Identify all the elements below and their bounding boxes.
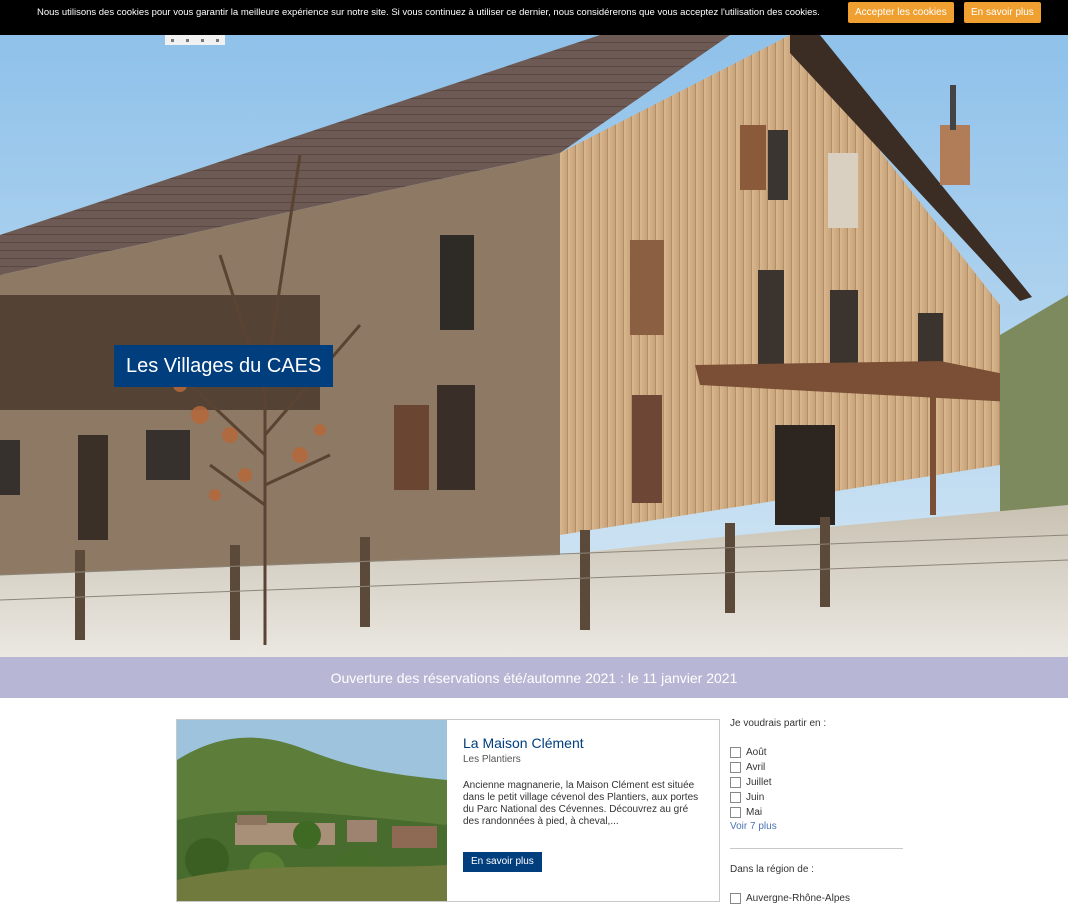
period-option[interactable]: Août [730,745,904,760]
card-title[interactable]: La Maison Clément [463,734,713,752]
accommodation-card[interactable]: La Maison Clément Les Plantiers Ancienne… [176,719,720,902]
cookie-message: Nous utilisons des cookies pour vous gar… [37,7,820,18]
filter-divider [730,848,903,849]
hero-title: Les Villages du CAES [114,345,334,387]
period-filter-title: Je voudrais partir en : [730,718,827,729]
period-option[interactable]: Juillet [730,775,904,790]
checkbox[interactable] [730,777,741,788]
card-description: Ancienne magnanerie, la Maison Clément e… [463,780,699,827]
cookie-banner: Nous utilisons des cookies pour vous gar… [0,0,1068,35]
checkbox[interactable] [730,762,741,773]
filters-panel: Je voudrais partir en : Août Avril Juill… [730,717,904,906]
announcement-bar: Ouverture des réservations été/automne 2… [0,657,1068,698]
region-option[interactable]: Auvergne-Rhône-Alpes [730,891,904,906]
card-more-button[interactable]: En savoir plus [463,852,542,872]
card-location: Les Plantiers [463,754,521,765]
checkbox[interactable] [730,893,741,904]
checkbox[interactable] [730,792,741,803]
cookie-more-info-button[interactable]: En savoir plus [964,2,1041,23]
period-option[interactable]: Juin [730,790,904,805]
region-filter-title: Dans la région de : [730,864,814,875]
hero-banner: Les Villages du CAES [0,35,1068,657]
site-logo[interactable] [165,35,225,45]
checkbox[interactable] [730,747,741,758]
accept-cookies-button[interactable]: Accepter les cookies [848,2,954,23]
period-show-more-link[interactable]: Voir 7 plus [730,820,904,834]
card-photo[interactable] [177,720,447,901]
checkbox[interactable] [730,807,741,818]
period-option[interactable]: Mai [730,805,904,820]
period-option[interactable]: Avril [730,760,904,775]
